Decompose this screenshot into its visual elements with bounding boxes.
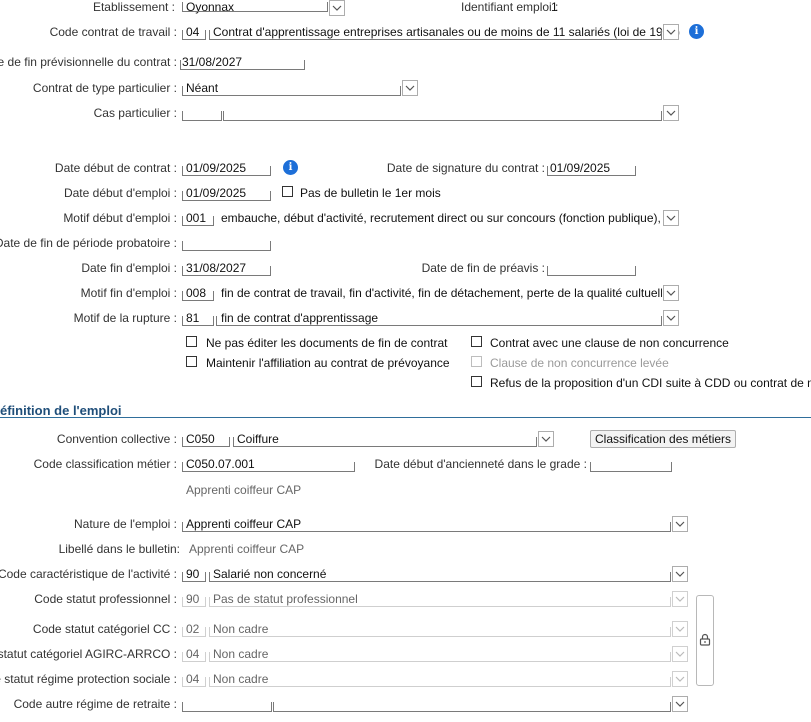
statut-pro-code-line [182, 597, 206, 607]
clause-levee-label: Clause de non concurrence levée [490, 356, 669, 370]
clause-levee-checkbox [471, 356, 482, 367]
statut-agirc-code-line [182, 652, 206, 662]
statut-cat-cc-code-line [182, 627, 206, 637]
motif-rupture-label: Motif de la rupture : [73, 311, 177, 325]
chevron-down-icon[interactable] [402, 80, 418, 96]
chevron-down-icon[interactable] [538, 431, 554, 447]
motif-fin-label: Motif fin d'emploi : [80, 286, 177, 300]
clause-non-concurrence-label: Contrat avec une clause de non concurren… [490, 336, 729, 350]
debut-emploi-line [182, 191, 271, 201]
motif-fin-code-line [182, 291, 214, 301]
statut-agirc-label: Code statut catégoriel AGIRC-ARRCO : [0, 647, 177, 661]
identifiant-label: Identifiant emploi : [461, 0, 559, 14]
code-contrat-text-line [209, 30, 662, 40]
convention-text-line [233, 437, 537, 447]
convention-code-line [182, 437, 230, 447]
info-icon[interactable]: i [689, 24, 704, 39]
fin-emploi-label: Date fin d'emploi : [81, 261, 177, 275]
motif-rupture-text-line [216, 316, 662, 326]
code-classif-label: Code classification métier : [33, 457, 177, 471]
code-classif-line [182, 462, 355, 472]
chevron-down-icon [672, 621, 688, 637]
chevron-down-icon[interactable] [663, 105, 679, 121]
code-contrat-code-line [182, 30, 206, 40]
date-fin-prev-label: Date de fin prévisionnelle du contrat : [0, 55, 177, 69]
unlock-statuts-button[interactable] [696, 595, 714, 686]
statut-cat-cc-text-line [209, 627, 671, 637]
chevron-down-icon[interactable] [672, 696, 688, 712]
statut-agirc-text-line [209, 652, 671, 662]
nature-label: Nature de l'emploi : [73, 517, 177, 531]
signature-line [547, 166, 636, 176]
chevron-down-icon[interactable] [672, 516, 688, 532]
debut-emploi-label: Date début d'emploi : [63, 186, 177, 200]
nature-line [182, 522, 671, 532]
chevron-down-icon [672, 671, 688, 687]
anciennete-label: Date début d'ancienneté dans le grade : [374, 457, 587, 471]
caract-label: Code caractéristique de l'activité : [0, 567, 177, 581]
caract-code-line [182, 572, 206, 582]
identifiant-value: 1 [551, 0, 558, 14]
chevron-down-icon[interactable] [663, 285, 679, 301]
statut-cat-cc-label: Code statut catégoriel CC : [32, 622, 177, 636]
motif-debut-text[interactable]: embauche, début d'activité, recrutement … [221, 211, 662, 225]
libelle-value: Apprenti coiffeur CAP [189, 542, 305, 556]
chevron-down-icon[interactable] [663, 24, 679, 40]
lock-icon [699, 633, 711, 649]
cas-particulier-label: Cas particulier : [93, 106, 177, 120]
fin-probatoire-label: Date de fin de période probatoire : [0, 236, 177, 250]
etablissement-field[interactable] [182, 2, 328, 12]
classif-description: Apprenti coiffeur CAP [186, 483, 302, 497]
code-contrat-label: Code contrat de travail : [49, 25, 177, 39]
statut-regime-code-line [182, 677, 206, 687]
motif-debut-code-line [182, 216, 214, 226]
section-divider [0, 417, 811, 418]
cas-particulier-field[interactable] [223, 111, 662, 121]
chevron-down-icon[interactable] [329, 0, 345, 16]
fin-preavis-field[interactable] [547, 266, 636, 276]
debut-contrat-label: Date début de contrat : [54, 161, 177, 175]
motif-rupture-code-line [182, 316, 214, 326]
date-fin-prev-line [180, 60, 305, 70]
convention-label: Convention collective : [56, 432, 177, 446]
motif-debut-label: Motif début d'emploi : [63, 211, 177, 225]
chevron-down-icon[interactable] [663, 310, 679, 326]
type-particulier-label: Contrat de type particulier : [32, 81, 177, 95]
clause-non-concurrence-checkbox[interactable] [471, 336, 482, 347]
chevron-down-icon[interactable] [663, 210, 679, 226]
debut-contrat-line [182, 166, 271, 176]
autre-regime-field[interactable] [273, 702, 671, 712]
signature-label: Date de signature du contrat : [386, 161, 545, 175]
statut-pro-text-line [209, 597, 671, 607]
fin-preavis-label: Date de fin de préavis : [421, 261, 545, 275]
statut-regime-label: Code statut régime protection sociale : [0, 672, 177, 686]
etablissement-label: Etablissement : [92, 0, 175, 14]
pas-bulletin-checkbox[interactable] [282, 186, 293, 197]
cas-particulier-code-field[interactable] [182, 111, 222, 121]
ne-pas-editer-label: Ne pas éditer les documents de fin de co… [206, 336, 448, 350]
chevron-down-icon[interactable] [672, 566, 688, 582]
classification-metiers-button[interactable]: Classification des métiers [590, 430, 737, 448]
autre-regime-label: Code autre régime de retraite : [13, 697, 177, 711]
statut-regime-text-line [209, 677, 671, 687]
refus-cdi-checkbox[interactable] [471, 376, 482, 387]
maintenir-affiliation-checkbox[interactable] [186, 356, 197, 367]
info-icon[interactable]: i [283, 160, 298, 175]
maintenir-affiliation-label: Maintenir l'affiliation au contrat de pr… [206, 356, 450, 370]
pas-bulletin-label: Pas de bulletin le 1er mois [300, 186, 441, 200]
anciennete-field[interactable] [590, 462, 672, 472]
libelle-label: Libellé dans le bulletin: [58, 542, 180, 556]
statut-pro-label: Code statut professionnel : [34, 592, 177, 606]
chevron-down-icon [672, 646, 688, 662]
motif-fin-text[interactable]: fin de contrat de travail, fin d'activit… [221, 286, 662, 300]
section-title: éfinition de l'emploi [0, 403, 122, 418]
fin-probatoire-field[interactable] [182, 241, 271, 251]
ne-pas-editer-checkbox[interactable] [186, 336, 197, 347]
chevron-down-icon [672, 591, 688, 607]
refus-cdi-label: Refus de la proposition d'un CDI suite à… [490, 376, 811, 390]
autre-regime-code-field[interactable] [182, 702, 272, 712]
type-particulier-line [182, 86, 401, 96]
fin-emploi-line [182, 266, 271, 276]
caract-text-line [209, 572, 671, 582]
